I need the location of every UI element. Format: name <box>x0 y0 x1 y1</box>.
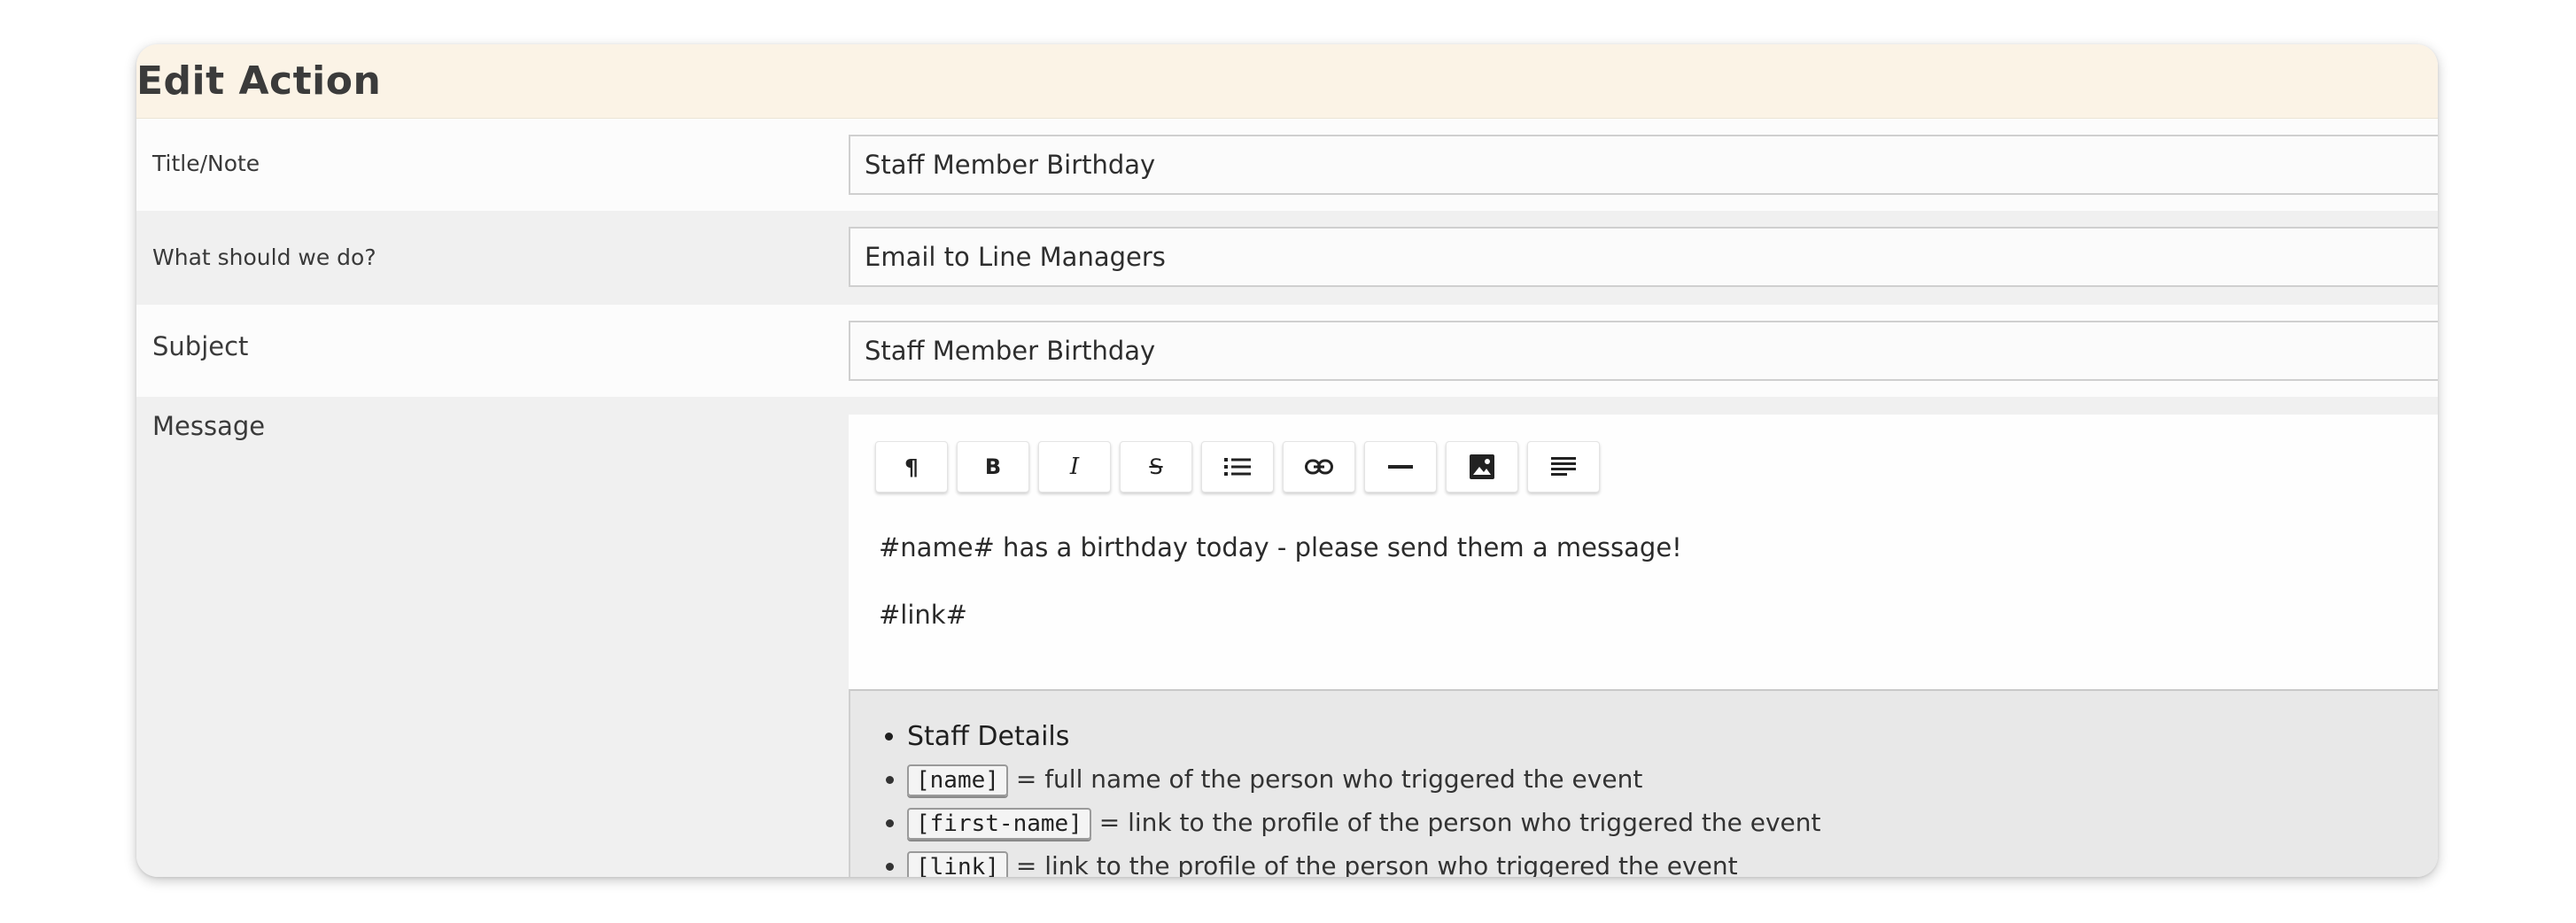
horizontal-rule-icon <box>1388 465 1413 469</box>
placeholder-list-item: [first-name] = link to the profile of th… <box>907 802 1820 845</box>
edit-action-card: Edit Action Title/Note What should we do… <box>136 44 2438 877</box>
strikethrough-button[interactable]: S <box>1120 441 1192 493</box>
link-button[interactable] <box>1283 441 1355 493</box>
placeholder-description: = link to the profile of the person who … <box>1098 808 1821 837</box>
placeholder-description: = link to the profile of the person who … <box>1015 851 1738 877</box>
message-editor-content[interactable]: #name# has a birthday today - please sen… <box>879 530 2434 632</box>
bold-icon: B <box>984 454 1002 479</box>
align-left-button[interactable] <box>1527 441 1600 493</box>
editor-toolbar: ¶ B I S <box>875 441 1609 493</box>
placeholder-list-item: [name] = full name of the person who tri… <box>907 758 1820 802</box>
italic-button[interactable]: I <box>1038 441 1111 493</box>
action-type-row: What should we do? Email to Line Manager… <box>136 211 2438 305</box>
placeholder-list: Staff Details [name] = full name of the … <box>850 716 1820 877</box>
placeholder-code: [name] <box>907 764 1008 796</box>
placeholder-list-heading: Staff Details <box>907 716 1820 758</box>
bold-button[interactable]: B <box>957 441 1029 493</box>
title-note-input[interactable] <box>849 135 2438 195</box>
bullet-list-icon <box>1224 458 1251 476</box>
bullet-list-button[interactable] <box>1201 441 1274 493</box>
subject-row: Subject <box>136 305 2438 397</box>
align-left-icon <box>1551 457 1576 476</box>
strikethrough-icon: S <box>1149 454 1163 479</box>
paragraph-button[interactable]: ¶ <box>875 441 948 493</box>
italic-icon: I <box>1069 454 1080 480</box>
message-line: #link# <box>879 600 967 630</box>
title-note-label: Title/Note <box>152 151 260 176</box>
placeholder-code: [first-name] <box>907 808 1091 840</box>
placeholder-code: [link] <box>907 851 1008 877</box>
subject-input[interactable] <box>849 321 2438 381</box>
paragraph-icon: ¶ <box>904 454 919 480</box>
placeholder-description: = full name of the person who triggered … <box>1015 764 1643 794</box>
link-icon <box>1305 459 1333 475</box>
message-label: Message <box>152 411 266 441</box>
image-icon <box>1470 454 1494 479</box>
image-button[interactable] <box>1446 441 1518 493</box>
action-type-label: What should we do? <box>152 244 376 270</box>
message-line: #name# has a birthday today - please sen… <box>879 532 1682 562</box>
message-editor: ¶ B I S #name# has a birthday today - pl… <box>849 415 2438 689</box>
title-note-row: Title/Note <box>136 119 2438 211</box>
card-header: Edit Action <box>136 44 2438 119</box>
page-title: Edit Action <box>136 58 382 104</box>
placeholder-help-panel: Staff Details [name] = full name of the … <box>849 689 2438 877</box>
subject-label: Subject <box>152 331 249 361</box>
action-type-select[interactable]: Email to Line Managers <box>849 227 2438 287</box>
horizontal-rule-button[interactable] <box>1364 441 1437 493</box>
placeholder-list-item: [link] = link to the profile of the pers… <box>907 845 1820 877</box>
